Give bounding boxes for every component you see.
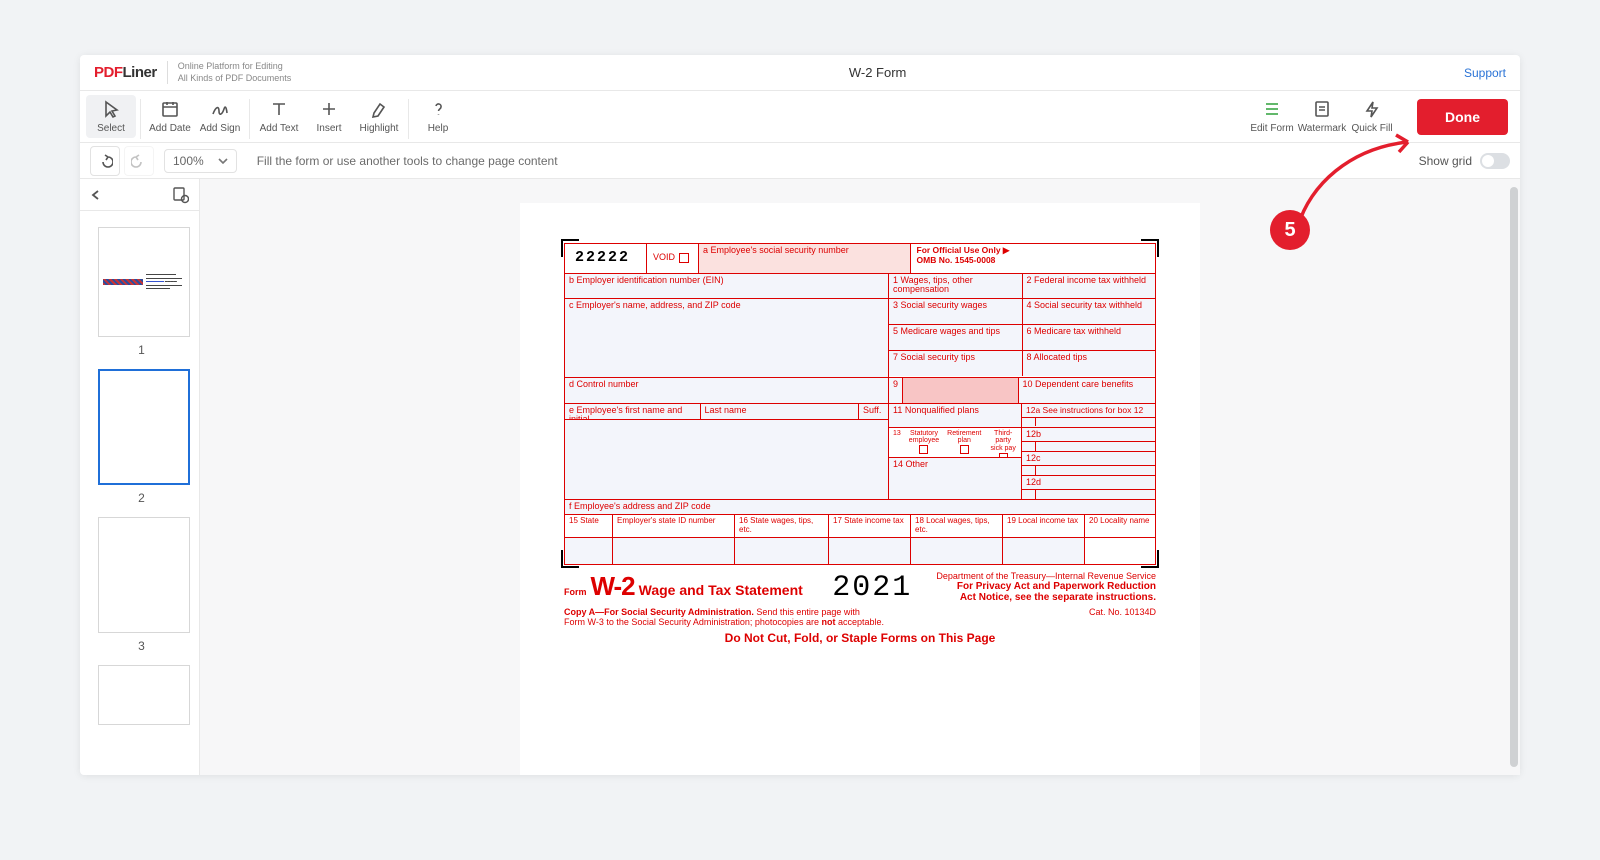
field-e-first[interactable]: e Employee's first name and initial: [565, 404, 701, 419]
page-thumbnail-3[interactable]: [98, 517, 190, 633]
field-4[interactable]: 4 Social security tax withheld: [1023, 299, 1156, 324]
step-badge-5: 5: [1270, 210, 1310, 250]
redo-icon: [131, 153, 147, 169]
field-12d[interactable]: 12d: [1022, 476, 1155, 500]
field-1[interactable]: 1 Wages, tips, other compensation: [889, 274, 1023, 298]
chevron-down-icon: [218, 158, 228, 164]
edit-form-tool[interactable]: Edit Form: [1247, 95, 1297, 138]
document-title: W-2 Form: [291, 65, 1464, 80]
official-use: For Official Use Only ▶OMB No. 1545-0008: [911, 244, 1156, 273]
sub-toolbar: 100% Fill the form or use another tools …: [80, 143, 1520, 179]
form-year: 2021: [832, 571, 912, 605]
field-18: 18 Local wages, tips, etc.: [911, 515, 1003, 537]
field-8[interactable]: 8 Allocated tips: [1023, 351, 1156, 376]
main-toolbar: Select Add Date Add Sign Add Text Insert…: [80, 91, 1520, 143]
crop-mark: [561, 239, 579, 257]
app-window: PDFLiner Online Platform for EditingAll …: [80, 55, 1520, 775]
editform-icon: [1262, 99, 1282, 119]
sidebar-tabs: [80, 179, 199, 211]
field-10[interactable]: 10 Dependent care benefits: [1019, 378, 1156, 403]
field-11[interactable]: 11 Nonqualified plans: [889, 404, 1022, 428]
brand-logo: PDFLiner: [94, 64, 157, 81]
show-grid-toggle[interactable]: Show grid: [1419, 153, 1510, 169]
help-icon: [428, 99, 448, 119]
canvas-scrollbar[interactable]: [1510, 187, 1518, 767]
field-7[interactable]: 7 Social security tips: [889, 351, 1023, 376]
field-5[interactable]: 5 Medicare wages and tips: [889, 325, 1023, 350]
field-e-body[interactable]: [565, 420, 889, 500]
insert-tool[interactable]: Insert: [304, 95, 354, 138]
field-3[interactable]: 3 Social security wages: [889, 299, 1023, 324]
brand-tagline: Online Platform for EditingAll Kinds of …: [167, 61, 292, 84]
select-tool[interactable]: Select: [86, 95, 136, 138]
field-6[interactable]: 6 Medicare tax withheld: [1023, 325, 1156, 350]
thumb-label-1: 1: [98, 343, 185, 357]
text-icon: [269, 99, 289, 119]
field-a[interactable]: a Employee's social security number: [699, 244, 911, 273]
highlight-tool[interactable]: Highlight: [354, 95, 404, 138]
sign-icon: [210, 99, 230, 119]
field-16: 16 State wages, tips, etc.: [735, 515, 829, 537]
field-c[interactable]: c Employer's name, address, and ZIP code: [565, 299, 889, 377]
canvas-area[interactable]: 22222 VOID a Employee's social security …: [200, 179, 1520, 775]
thumb-label-2: 2: [98, 491, 185, 505]
done-button[interactable]: Done: [1417, 99, 1508, 135]
field-12b[interactable]: 12b: [1022, 428, 1155, 452]
page-thumbnail-2[interactable]: [98, 369, 190, 485]
hint-text: Fill the form or use another tools to ch…: [257, 154, 558, 168]
field-12a[interactable]: 12a See instructions for box 12: [1022, 404, 1155, 428]
field-15b: Employer's state ID number: [613, 515, 735, 537]
void-box: VOID: [647, 244, 699, 273]
field-17: 17 State income tax: [829, 515, 911, 537]
field-2[interactable]: 2 Federal income tax withheld: [1023, 274, 1156, 298]
field-19: 19 Local income tax: [1003, 515, 1085, 537]
zoom-dropdown[interactable]: 100%: [164, 149, 237, 173]
watermark-tool[interactable]: Watermark: [1297, 95, 1347, 138]
page-view: 22222 VOID a Employee's social security …: [520, 203, 1200, 775]
undo-icon: [97, 153, 113, 169]
bolt-icon: [1362, 99, 1382, 119]
field-d[interactable]: d Control number: [565, 378, 889, 403]
field-14[interactable]: 14 Other: [889, 458, 1022, 500]
quickfill-tool[interactable]: Quick Fill: [1347, 95, 1397, 138]
thumbnail-list[interactable]: ▬▬▬▬▬▬▬▬▬▬▬▬▬▬▬▬▬▬▬▬▬▬▬▬▬▬▬▬ ▬▬▬▬▬▬▬▬▬▬▬…: [80, 211, 199, 775]
page-thumbnail-4[interactable]: [98, 665, 190, 725]
app-header: PDFLiner Online Platform for EditingAll …: [80, 55, 1520, 91]
page-thumbnails-icon[interactable]: [171, 186, 189, 204]
calendar-icon: [160, 99, 180, 119]
add-sign-tool[interactable]: Add Sign: [195, 95, 245, 138]
field-12c[interactable]: 12c: [1022, 452, 1155, 476]
support-link[interactable]: Support: [1464, 66, 1506, 80]
help-tool[interactable]: Help: [413, 95, 463, 138]
field-20: 20 Locality name: [1085, 515, 1155, 537]
page-thumbnail-1[interactable]: ▬▬▬▬▬▬▬▬▬▬▬▬▬▬▬▬▬▬▬▬▬▬▬▬▬▬▬▬ ▬▬▬▬▬▬▬▬▬▬▬…: [98, 227, 190, 337]
field-b[interactable]: b Employer identification number (EIN): [565, 274, 889, 298]
thumb-label-3: 3: [98, 639, 185, 653]
no-cut-warning: Do Not Cut, Fold, or Staple Forms on Thi…: [564, 631, 1156, 645]
redo-button[interactable]: [124, 146, 154, 176]
add-text-tool[interactable]: Add Text: [254, 95, 304, 138]
watermark-icon: [1312, 99, 1332, 119]
field-f[interactable]: f Employee's address and ZIP code: [565, 500, 1155, 514]
field-13[interactable]: 13 Statutory employee Retirement plan Th…: [889, 428, 1022, 458]
crop-mark: [1141, 550, 1159, 568]
field-9: 9: [889, 378, 1019, 403]
chevron-left-icon[interactable]: [90, 189, 102, 201]
add-date-tool[interactable]: Add Date: [145, 95, 195, 138]
field-e-suff[interactable]: Suff.: [859, 404, 889, 419]
cursor-icon: [101, 99, 121, 119]
field-e-last[interactable]: Last name: [701, 404, 860, 419]
toggle-switch[interactable]: [1480, 153, 1510, 169]
crop-mark: [1141, 239, 1159, 257]
w2-copy-line: Copy A—For Social Security Administratio…: [564, 607, 1156, 627]
crop-mark: [561, 550, 579, 568]
field-15: 15 State: [565, 515, 613, 537]
thumbnail-sidebar: ▬▬▬▬▬▬▬▬▬▬▬▬▬▬▬▬▬▬▬▬▬▬▬▬▬▬▬▬ ▬▬▬▬▬▬▬▬▬▬▬…: [80, 179, 200, 775]
editor-body: ▬▬▬▬▬▬▬▬▬▬▬▬▬▬▬▬▬▬▬▬▬▬▬▬▬▬▬▬ ▬▬▬▬▬▬▬▬▬▬▬…: [80, 179, 1520, 775]
w2-form: 22222 VOID a Employee's social security …: [564, 243, 1156, 565]
highlight-icon: [369, 99, 389, 119]
plus-icon: [319, 99, 339, 119]
undo-button[interactable]: [90, 146, 120, 176]
w2-footer: FormW-2Wage and Tax Statement 2021 Depar…: [564, 571, 1156, 605]
